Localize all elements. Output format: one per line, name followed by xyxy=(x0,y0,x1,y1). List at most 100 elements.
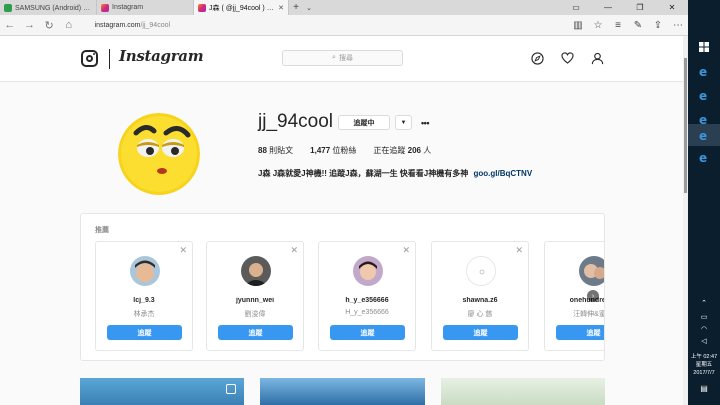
chevron-right-icon[interactable]: › xyxy=(587,290,599,302)
refresh-icon[interactable]: ↻ xyxy=(39,15,59,36)
new-tab-button[interactable]: + xyxy=(289,0,303,15)
dismiss-close-icon[interactable]: ✕ xyxy=(402,245,410,256)
bio-link[interactable]: goo.gl/BqCTNV xyxy=(474,169,533,178)
browser-tab-instagram[interactable]: Instagram xyxy=(97,0,194,15)
followers-stat[interactable]: 1,477 位粉絲 xyxy=(310,145,356,156)
web-note-icon[interactable]: ✎ xyxy=(628,20,648,31)
notification-icon[interactable]: ▤ xyxy=(688,381,720,395)
post-thumbnail[interactable] xyxy=(80,378,244,405)
tab-label: J森 ( @jj_94cool ) • Inst xyxy=(209,4,276,12)
chevron-down-icon[interactable]: ▼ xyxy=(395,115,412,130)
clock-day: 星期五 xyxy=(695,362,713,368)
address-bar[interactable]: instagram.com/jj_94cool xyxy=(87,17,568,33)
restore-icon[interactable]: ▭ xyxy=(560,0,592,15)
logo-divider xyxy=(109,49,110,69)
followers-count: 1,477 xyxy=(310,146,331,155)
tab-label: SAMSUNG (Android) - J枚序 xyxy=(15,4,92,12)
posts-count: 88 xyxy=(258,146,267,155)
minimize-icon[interactable]: — xyxy=(592,0,624,15)
suggestion-card: ✕ jyunnn_wei 劉浚偉 追蹤 xyxy=(206,241,304,351)
follow-button[interactable]: 追蹤 xyxy=(330,325,405,340)
url-domain: instagram.com xyxy=(94,21,141,29)
suggestion-avatar[interactable] xyxy=(241,256,271,286)
post-thumbnail[interactable] xyxy=(260,378,425,405)
samsung-favicon-icon xyxy=(4,3,12,12)
dismiss-close-icon[interactable]: ✕ xyxy=(179,245,187,256)
suggestion-subtitle: 廖 心 慈 xyxy=(467,311,493,318)
search-input[interactable]: ⌕ 搜尋 xyxy=(282,50,403,66)
clock-date: 2017/7/7 xyxy=(693,370,715,376)
clock-time[interactable]: 上午 02:47 xyxy=(688,353,720,361)
maximize-icon[interactable]: ❐ xyxy=(624,0,656,15)
svg-text:e: e xyxy=(699,89,707,101)
more-menu-icon[interactable]: ⋯ xyxy=(668,20,688,31)
following-button[interactable]: 追蹤中 xyxy=(338,115,390,130)
posts-label: 則貼文 xyxy=(269,146,294,155)
edge-taskbar-icon[interactable]: e xyxy=(688,84,720,106)
volume-icon[interactable]: ◁ xyxy=(688,334,720,348)
suggestions-panel: 推薦 ✕ lcj_9.3 林承杰 追蹤 ✕ jyunnn_wei 劉浚偉 追蹤 … xyxy=(80,213,605,361)
profile-stats: 88 則貼文 1,477 位粉絲 正在追蹤 206 人 xyxy=(258,145,431,156)
svg-text:e: e xyxy=(699,129,707,141)
hub-icon[interactable]: ≡ xyxy=(608,20,628,31)
browser-tab-profile[interactable]: J森 ( @jj_94cool ) • Inst ✕ xyxy=(194,0,289,15)
edge-taskbar-icon[interactable]: e xyxy=(688,124,720,146)
following-stat[interactable]: 正在追蹤 206 人 xyxy=(373,145,431,156)
windows-taskbar: e e e e e ⌃ ▭ ◠ ◁ 上午 02:47 星期五 2017/7/7 … xyxy=(688,0,720,405)
instagram-wordmark[interactable]: Instagram xyxy=(119,47,204,65)
suggestion-subtitle: H_y_e356666 xyxy=(345,309,389,316)
user-icon[interactable] xyxy=(590,51,604,65)
forward-arrow-icon[interactable]: → xyxy=(20,15,40,36)
carousel-icon xyxy=(226,384,236,394)
reading-view-icon[interactable]: ▥ xyxy=(568,20,588,31)
heart-icon[interactable] xyxy=(560,51,574,65)
share-icon[interactable]: ⇪ xyxy=(648,20,668,31)
posts-stat[interactable]: 88 則貼文 xyxy=(258,145,293,156)
dismiss-close-icon[interactable]: ✕ xyxy=(515,245,523,256)
url-path: /jj_94cool xyxy=(140,21,171,29)
instagram-header: Instagram ⌕ 搜尋 xyxy=(0,36,688,82)
post-thumbnail[interactable] xyxy=(441,378,605,405)
suggestion-avatar[interactable] xyxy=(579,256,604,286)
favorite-star-icon[interactable]: ☆ xyxy=(588,20,608,31)
suggestion-avatar[interactable] xyxy=(353,256,383,286)
browser-tab-samsung[interactable]: SAMSUNG (Android) - J枚序 xyxy=(0,0,97,15)
back-arrow-icon[interactable]: ← xyxy=(0,15,20,36)
follow-button[interactable]: 追蹤 xyxy=(443,325,518,340)
scrollbar-thumb[interactable] xyxy=(684,58,687,193)
edge-taskbar-icon[interactable]: e xyxy=(688,60,720,82)
suggestion-username[interactable]: jyunnn_wei xyxy=(207,297,303,304)
home-icon[interactable]: ⌂ xyxy=(59,15,79,36)
profile-avatar[interactable] xyxy=(118,113,200,195)
suggestion-card: ✕ h_y_e356666 H_y_e356666 追蹤 xyxy=(318,241,416,351)
suggestion-username[interactable]: h_y_e356666 xyxy=(319,297,415,304)
instagram-camera-icon[interactable] xyxy=(81,50,98,67)
suggestion-subtitle: 林承杰 xyxy=(133,311,155,318)
close-window-icon[interactable]: ✕ xyxy=(656,0,688,15)
suggestion-username[interactable]: shawna.z6 xyxy=(432,297,528,304)
start-button[interactable] xyxy=(688,36,720,58)
tab-list-chevron-icon[interactable]: ⌄ xyxy=(303,0,315,15)
follow-button[interactable]: 追蹤 xyxy=(556,325,604,340)
suggestion-avatar[interactable] xyxy=(466,256,496,286)
suggestion-username[interactable]: lcj_9.3 xyxy=(96,297,192,304)
suggestion-subtitle: 劉浚偉 xyxy=(244,311,266,318)
tab-close-icon[interactable]: ✕ xyxy=(278,4,284,12)
more-options-icon[interactable]: ••• xyxy=(418,115,432,130)
profile-username: jj_94cool xyxy=(258,111,333,132)
instagram-favicon-icon xyxy=(198,3,206,12)
bio-name: J森 xyxy=(258,169,271,178)
edge-taskbar-icon[interactable]: e xyxy=(688,146,720,168)
tab-label: Instagram xyxy=(112,4,144,11)
follow-button[interactable]: 追蹤 xyxy=(107,325,182,340)
suggestion-avatar[interactable] xyxy=(130,256,160,286)
search-placeholder: 搜尋 xyxy=(338,55,353,62)
dismiss-close-icon[interactable]: ✕ xyxy=(290,245,298,256)
follow-button[interactable]: 追蹤 xyxy=(218,325,293,340)
browser-nav-bar: ← → ↻ ⌂ instagram.com/jj_94cool ▥ ☆ ≡ ✎ … xyxy=(0,15,688,36)
search-icon: ⌕ xyxy=(332,54,336,61)
chevron-up-icon[interactable]: ⌃ xyxy=(688,296,720,310)
compass-icon[interactable] xyxy=(530,51,544,65)
following-prefix: 正在追蹤 xyxy=(373,146,406,155)
following-suffix: 人 xyxy=(423,146,432,155)
